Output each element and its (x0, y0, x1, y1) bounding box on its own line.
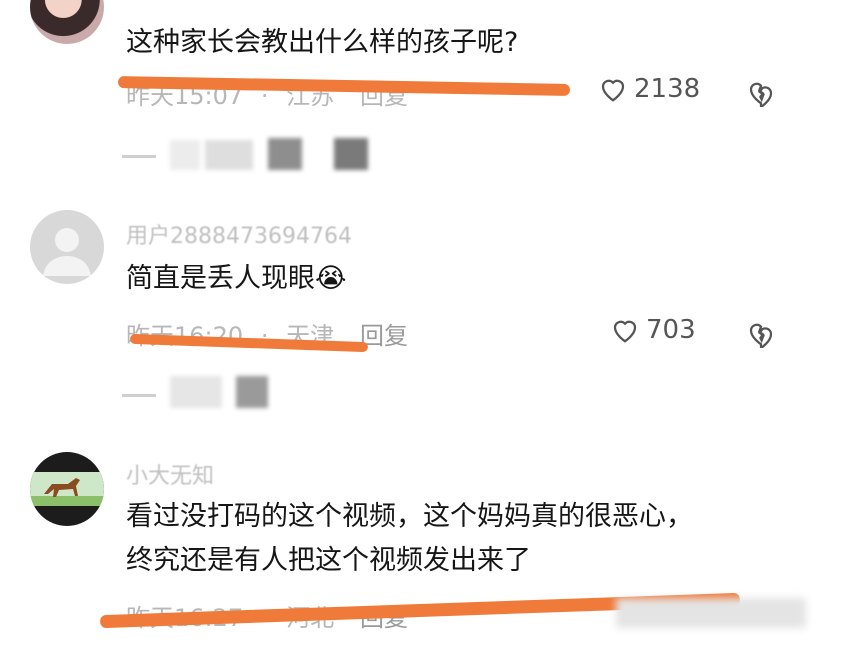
comment-text-2: 简直是丢人现眼😭 (126, 258, 347, 300)
default-user-icon (43, 228, 91, 276)
like-count-2: 703 (646, 315, 696, 345)
expand-replies-line-1[interactable] (122, 155, 156, 158)
comment-avatar-3[interactable] (30, 452, 104, 526)
comment-text-3-line1: 看过没打码的这个视频，这个妈妈真的很恶心， (126, 501, 693, 532)
blurred-content (334, 138, 368, 170)
blurred-content (205, 140, 253, 170)
like-button-1[interactable]: 2138 (598, 74, 700, 104)
comment-text-3-line2: 终究还是有人把这个视频发出来了 (126, 545, 531, 576)
comment-username-2[interactable]: 用户2888473694764 (126, 218, 352, 250)
blurred-watermark (616, 598, 806, 628)
expand-replies-line-2[interactable] (122, 394, 156, 397)
comment-avatar-1[interactable] (30, 0, 104, 44)
crying-emoji-icon: 😭 (315, 263, 347, 294)
blurred-content (268, 138, 302, 170)
blurred-content (170, 376, 222, 408)
horse-image-icon (30, 472, 104, 506)
heart-icon (601, 79, 625, 102)
broken-heart-icon[interactable] (746, 318, 776, 348)
like-button-2[interactable]: 703 (610, 315, 696, 345)
broken-heart-icon[interactable] (746, 77, 776, 107)
comment-text-2-body: 简直是丢人现眼 (126, 263, 315, 294)
blurred-content (236, 376, 268, 408)
heart-icon (613, 320, 637, 343)
blurred-content (170, 140, 200, 170)
like-count-1: 2138 (634, 74, 701, 104)
comment-avatar-2[interactable] (30, 210, 104, 284)
comment-text-1: 这种家长会教出什么样的孩子呢? (126, 27, 519, 58)
comment-username-3[interactable]: 小大无知 (126, 458, 214, 490)
